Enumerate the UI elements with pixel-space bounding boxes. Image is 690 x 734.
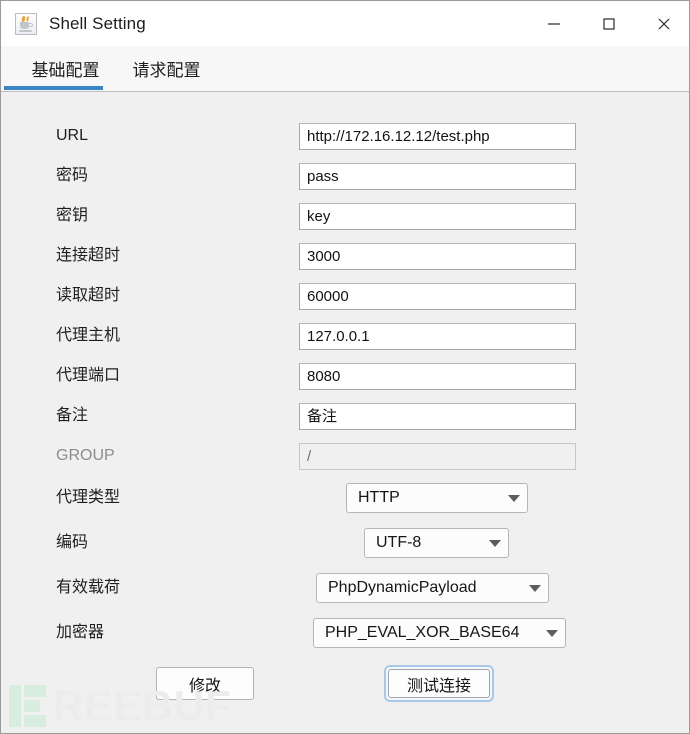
- label-remark: 备注: [56, 407, 89, 424]
- input-read-timeout[interactable]: 60000: [299, 283, 576, 310]
- form-row-encryptor: 加密器 PHP_EVAL_XOR_BASE64: [1, 613, 689, 653]
- select-proxy-type[interactable]: HTTP: [346, 483, 528, 513]
- label-encoding: 编码: [56, 534, 89, 551]
- shell-setting-window: Shell Setting 基础配置 请求配置 URL http://172.1…: [0, 0, 690, 734]
- active-tab-indicator: [4, 86, 103, 90]
- label-secret-key: 密钥: [56, 207, 89, 224]
- label-proxy-port: 代理端口: [56, 367, 121, 384]
- close-icon[interactable]: [636, 1, 689, 46]
- input-url[interactable]: http://172.16.12.12/test.php: [299, 123, 576, 150]
- chevron-down-icon: [539, 629, 565, 637]
- java-cup-icon: [15, 12, 37, 35]
- form-row-connect-timeout: 连接超时 3000: [1, 236, 689, 276]
- select-encryptor[interactable]: PHP_EVAL_XOR_BASE64: [313, 618, 566, 648]
- label-url: URL: [56, 127, 89, 144]
- basic-config-form: URL http://172.16.12.12/test.php 密码 pass…: [1, 92, 689, 733]
- chevron-down-icon: [482, 539, 508, 547]
- select-proxy-type-value: HTTP: [358, 489, 400, 506]
- label-connect-timeout: 连接超时: [56, 247, 121, 264]
- form-row-encoding: 编码 UTF-8: [1, 523, 689, 563]
- input-connect-timeout[interactable]: 3000: [299, 243, 576, 270]
- chevron-down-icon: [501, 494, 527, 502]
- label-password: 密码: [56, 167, 89, 184]
- maximize-icon[interactable]: [581, 1, 636, 46]
- select-encryptor-value: PHP_EVAL_XOR_BASE64: [325, 624, 520, 641]
- form-row-read-timeout: 读取超时 60000: [1, 276, 689, 316]
- test-connection-button-focus-ring: 测试连接: [384, 665, 494, 702]
- form-row-secret-key: 密钥 key: [1, 196, 689, 236]
- select-payload-value: PhpDynamicPayload: [328, 579, 477, 596]
- label-read-timeout: 读取超时: [56, 287, 121, 304]
- minimize-icon[interactable]: [526, 1, 581, 46]
- tab-bar: 基础配置 请求配置: [1, 46, 689, 92]
- form-row-password: 密码 pass: [1, 156, 689, 196]
- form-row-proxy-port: 代理端口 8080: [1, 356, 689, 396]
- input-proxy-port[interactable]: 8080: [299, 363, 576, 390]
- modify-button[interactable]: 修改: [156, 667, 254, 700]
- label-encryptor: 加密器: [56, 624, 105, 641]
- label-proxy-host: 代理主机: [56, 327, 121, 344]
- window-controls: [526, 1, 689, 46]
- chevron-down-icon: [522, 584, 548, 592]
- form-row-remark: 备注 备注: [1, 396, 689, 436]
- select-payload[interactable]: PhpDynamicPayload: [316, 573, 549, 603]
- form-row-group: GROUP /: [1, 436, 689, 476]
- form-row-url: URL http://172.16.12.12/test.php: [1, 116, 689, 156]
- label-payload: 有效载荷: [56, 579, 121, 596]
- input-group: /: [299, 443, 576, 470]
- input-password[interactable]: pass: [299, 163, 576, 190]
- test-connection-button[interactable]: 测试连接: [388, 669, 490, 698]
- form-row-proxy-host: 代理主机 127.0.0.1: [1, 316, 689, 356]
- select-encoding-value: UTF-8: [376, 534, 422, 551]
- input-remark[interactable]: 备注: [299, 403, 576, 430]
- form-row-proxy-type: 代理类型 HTTP: [1, 478, 689, 518]
- label-group: GROUP: [56, 447, 115, 464]
- label-proxy-type: 代理类型: [56, 489, 121, 506]
- title-bar: Shell Setting: [1, 1, 689, 46]
- input-proxy-host[interactable]: 127.0.0.1: [299, 323, 576, 350]
- tab-request-config[interactable]: 请求配置: [105, 46, 228, 91]
- form-row-payload: 有效载荷 PhpDynamicPayload: [1, 568, 689, 608]
- window-title: Shell Setting: [49, 14, 146, 33]
- input-secret-key[interactable]: key: [299, 203, 576, 230]
- select-encoding[interactable]: UTF-8: [364, 528, 509, 558]
